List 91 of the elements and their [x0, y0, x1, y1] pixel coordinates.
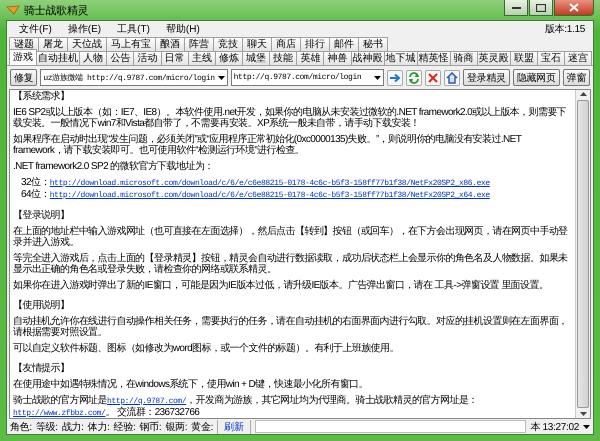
status-field: 银两:	[165, 420, 188, 434]
menu-item[interactable]: 工具(T)	[109, 22, 158, 36]
tab[interactable]: 人物	[79, 51, 108, 65]
tab[interactable]: 活动	[133, 51, 162, 65]
toolbar-button[interactable]: 隐藏网页	[512, 69, 560, 86]
status-field: 黄金:	[191, 420, 214, 434]
status-field: 经验:	[114, 420, 136, 434]
stop-icon[interactable]	[424, 70, 441, 86]
scrollbar[interactable]	[575, 90, 590, 418]
tab[interactable]: 聊天	[242, 37, 272, 51]
label: 64位：	[21, 189, 50, 200]
minimize-icon	[512, 6, 520, 10]
link[interactable]: http://www.zfbbz.com/	[13, 409, 106, 418]
clock-text: 本 13:27:02	[530, 420, 579, 434]
menu-item[interactable]: 文件(F)	[11, 22, 60, 36]
status-field: 战力:	[62, 420, 84, 434]
status-field: 钢币:	[139, 420, 162, 434]
paragraph-text: 骑士战歌的官方网址是	[13, 395, 108, 406]
paragraph: IE6 SP2或以上版本（如：IE7、IE8）。本软件使用.net开发，如果你的电脑从未安装过微软的.NET framework2.0或以上版本，则需要下载安装。一般情况下win7和Vista都自带了，不需要再安装。XP系统一般未自带，请手动下载安装！	[13, 107, 568, 129]
paragraph: 自动挂机允许你在线进行自动操作相关任务，需要执行的任务，请在自动挂机的右面界面内进行勾取。对应的挂机设置则在左面界面，请根据需要对照设置。	[13, 316, 569, 338]
caret-icon	[218, 76, 225, 80]
tab[interactable]: 战神殿	[350, 51, 385, 65]
app-icon	[6, 5, 20, 15]
status-field: 角色:	[10, 420, 32, 434]
maximize-button[interactable]	[529, 0, 553, 16]
paragraph: 在使用途中如遇特殊情况，在windows系统下，使用win + D键，快速最小化所有窗口。	[13, 379, 369, 390]
toolbar-button[interactable]: 登录精灵	[462, 69, 510, 86]
link[interactable]: http://download.microsoft.com/download/c/6/e/c6e88215-0178-4c6c-b5f3-158ff77b1f38/NetFx20SP2_x86.exe	[50, 179, 490, 188]
close-icon	[569, 3, 579, 12]
home-icon[interactable]	[444, 70, 460, 86]
tab[interactable]: 商店	[271, 37, 301, 51]
tab[interactable]: 骑商	[450, 51, 478, 65]
tab[interactable]: 迷宫	[564, 51, 592, 65]
paragraph: .NET framework2.0 SP2 的微软官方下载地址为：	[13, 161, 215, 172]
menu-item[interactable]: 帮助(H)	[158, 22, 208, 36]
section-heading: 【友情提示】	[13, 363, 70, 374]
tab[interactable]: 联盟	[510, 51, 538, 65]
tab[interactable]: 竞技	[213, 37, 243, 51]
section-heading: 【登录说明】	[13, 210, 70, 221]
tab[interactable]: 天位战	[67, 37, 107, 51]
tab[interactable]: 精英怪	[416, 51, 451, 65]
tab[interactable]: 酿酒	[155, 37, 185, 51]
tab[interactable]: 排行	[300, 37, 330, 51]
tab[interactable]: 技能	[269, 51, 298, 65]
link[interactable]: http://q.9787.com/	[107, 397, 186, 406]
scroll-down-icon	[580, 410, 586, 418]
toolbar-button[interactable]: 弹窗	[562, 69, 590, 86]
section-heading: 【系统需求】	[13, 91, 70, 102]
tab[interactable]: 自动挂机	[36, 51, 80, 65]
dropdown-caret-icon	[583, 424, 590, 428]
tab[interactable]: 秘书	[358, 37, 388, 51]
paragraph: 在上面的地址栏中输入游戏网址（也可直接在左面选择），然后点击【转到】按钮（或回车），在下方会出现网页，请在网页中手动登录并进入游戏。	[13, 226, 569, 248]
tab[interactable]: 英灵殿	[476, 51, 511, 65]
paragraph-text: ，开发商为游族，其它网址均为代理商。骑士战歌精灵的官方网址是：	[186, 395, 478, 406]
status-field: 等级:	[36, 420, 58, 434]
paragraph-text: 。 交流群：236732766	[105, 407, 200, 418]
paragraph: 可以自定义软件标题、图标（如修改为word图标，或一个文件的标题）。有利于上班族使用。	[13, 343, 400, 354]
section-heading: 【使用说明】	[13, 300, 70, 311]
refresh-link[interactable]: 刷新	[217, 420, 252, 434]
tab[interactable]: 修炼	[214, 51, 243, 65]
tab[interactable]: 屠龙	[38, 37, 68, 51]
version-label: 版本:1.15	[544, 22, 586, 36]
repair-button[interactable]: 修复	[10, 69, 38, 86]
tab[interactable]: 游戏	[9, 49, 38, 65]
scroll-up-icon	[580, 90, 586, 98]
tab[interactable]: 英雄	[296, 51, 324, 65]
tab[interactable]: 阵营	[184, 37, 214, 51]
tab[interactable]: 日常	[160, 51, 189, 65]
label: 32位：	[21, 177, 50, 188]
tab[interactable]: 地下城	[384, 51, 418, 65]
refresh-icon[interactable]	[406, 70, 422, 86]
tab[interactable]: 主线	[188, 51, 216, 65]
tab[interactable]: 城堡	[242, 51, 270, 65]
paragraph: 等完全进入游戏后，点击上面的【登录精灵】按钮，精灵会自动进行数据读取，成功后状态栏上会显示你的角色名及人物数据。如果未显示出正确的角色名或登录失败，请检查你的网络或联系精灵。	[13, 253, 569, 275]
tab[interactable]: 马上有宝	[106, 37, 156, 51]
maximize-icon	[536, 4, 546, 12]
menu-item[interactable]: 操作(E)	[60, 22, 110, 36]
close-button[interactable]	[554, 0, 594, 16]
paragraph: 如果你在进入游戏时弹出了新的IE窗口，可能是因为IE版本过低，请升级IE版本。广告弹出窗口，请在 工具->弹窗设置 里面设置。	[13, 280, 550, 291]
address-field[interactable]: http://q.9787.com/micro/login	[230, 69, 384, 86]
status-field: 体力:	[88, 420, 110, 434]
server-dropdown[interactable]: uz游族微端 http://q.9787.com/micro/login	[40, 69, 228, 86]
minimize-button[interactable]	[504, 0, 528, 16]
tab[interactable]: 公告	[106, 51, 134, 65]
caret-icon	[374, 76, 381, 80]
link[interactable]: http://download.microsoft.com/download/c/6/e/c6e88215-0178-4c6c-b5f3-158ff77b1f38/NetFx20SP2_x64.exe	[50, 191, 490, 200]
tab[interactable]: 宝石	[536, 51, 565, 65]
paragraph: 如果程序在启动时出现“发生问题，必须关闭”或“应用程序正常初始化(0xc0000135)失败。”，则说明你的电脑没有安装过.NET framework，请下载安装即可。也可使用软件“检测运行环境”进行检查。	[13, 134, 523, 156]
tab[interactable]: 邮件	[329, 37, 359, 51]
tab[interactable]: 神兽	[323, 51, 352, 65]
window-title: 骑士战歌精灵	[24, 4, 90, 18]
